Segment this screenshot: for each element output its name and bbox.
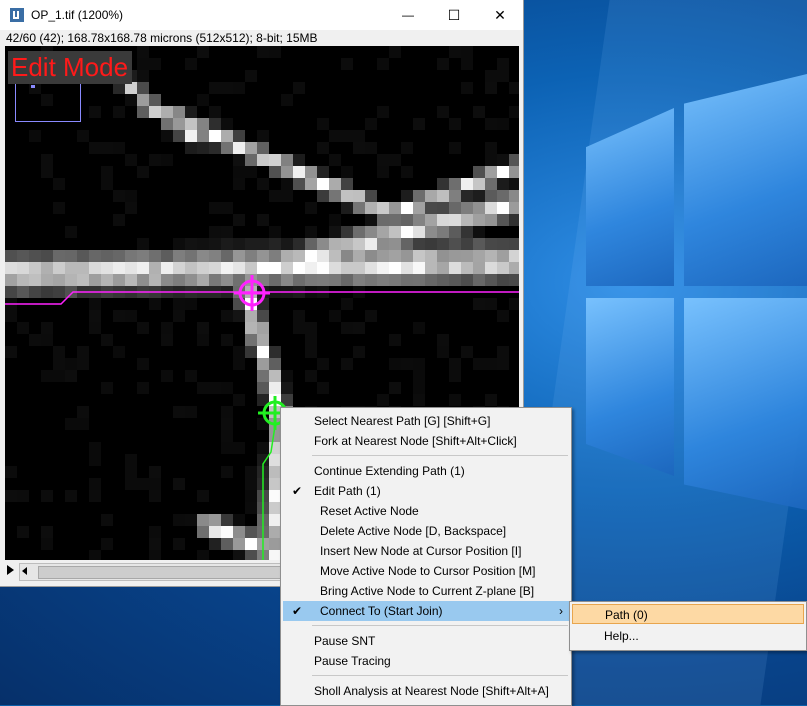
minimize-button[interactable]: — xyxy=(385,0,431,30)
menu-item-move-active-node[interactable]: Move Active Node to Cursor Position [M] xyxy=(283,561,569,581)
submenu-arrow-icon: › xyxy=(559,604,563,618)
image-info: 42/60 (42); 168.78x168.78 microns (512x5… xyxy=(6,31,318,45)
menu-item-pause-snt[interactable]: Pause SNT xyxy=(283,631,569,651)
context-menu: Select Nearest Path [G] [Shift+G] Fork a… xyxy=(280,407,572,706)
menu-item-label: Move Active Node to Cursor Position [M] xyxy=(320,564,536,578)
scrollbar-thumb[interactable] xyxy=(38,566,300,579)
menu-item-label: Insert New Node at Cursor Position [I] xyxy=(320,544,522,558)
menu-item-fork-at-nearest-node[interactable]: Fork at Nearest Node [Shift+Alt+Click] xyxy=(283,431,569,451)
connect-to-submenu: Path (0) Help... xyxy=(569,601,807,651)
navigator-marker xyxy=(31,85,35,88)
checkmark-icon: ✔ xyxy=(291,604,303,618)
menu-item-label: Delete Active Node [D, Backspace] xyxy=(320,524,507,538)
windows-logo-pane xyxy=(684,74,807,286)
menu-item-label: Connect To (Start Join) xyxy=(320,604,443,618)
close-icon: ✕ xyxy=(494,6,506,23)
menu-item-label: Fork at Nearest Node [Shift+Alt+Click] xyxy=(314,434,517,448)
scroll-left-icon[interactable] xyxy=(22,567,27,575)
window-title: OP_1.tif (1200%) xyxy=(31,8,124,22)
menu-separator xyxy=(312,455,568,456)
navigator-rectangle xyxy=(15,82,81,122)
maximize-icon: ☐ xyxy=(447,6,461,23)
close-button[interactable]: ✕ xyxy=(477,0,523,30)
menu-item-label: Select Nearest Path [G] [Shift+G] xyxy=(314,414,491,428)
imagej-icon xyxy=(10,8,24,22)
menu-item-label: Edit Path (1) xyxy=(314,484,381,498)
menu-item-continue-extending-path[interactable]: Continue Extending Path (1) xyxy=(283,461,569,481)
play-icon[interactable] xyxy=(7,565,14,575)
minimize-icon: — xyxy=(402,8,414,22)
menu-item-bring-active-node[interactable]: Bring Active Node to Current Z-plane [B] xyxy=(283,581,569,601)
menu-item-connect-to[interactable]: ✔ Connect To (Start Join) › xyxy=(283,601,569,621)
window-titlebar[interactable]: OP_1.tif (1200%) — ☐ ✕ xyxy=(0,0,523,30)
menu-separator xyxy=(312,675,568,676)
menu-item-label: Pause SNT xyxy=(314,634,376,648)
menu-item-label: Help... xyxy=(604,629,639,643)
maximize-button[interactable]: ☐ xyxy=(431,0,477,30)
menu-item-reset-active-node[interactable]: Reset Active Node xyxy=(283,501,569,521)
menu-item-sholl-analysis[interactable]: Sholl Analysis at Nearest Node [Shift+Al… xyxy=(283,681,569,701)
menu-item-label: Continue Extending Path (1) xyxy=(314,464,465,478)
windows-logo-pane xyxy=(684,298,807,510)
menu-item-delete-active-node[interactable]: Delete Active Node [D, Backspace] xyxy=(283,521,569,541)
menu-item-insert-new-node[interactable]: Insert New Node at Cursor Position [I] xyxy=(283,541,569,561)
menu-item-label: Reset Active Node xyxy=(320,504,419,518)
edit-mode-label: Edit Mode xyxy=(8,51,133,84)
submenu-item-path-0[interactable]: Path (0) xyxy=(572,604,804,624)
menu-item-edit-path[interactable]: ✔ Edit Path (1) xyxy=(283,481,569,501)
menu-item-label: Path (0) xyxy=(605,608,648,622)
checkmark-icon: ✔ xyxy=(291,484,303,498)
submenu-item-help[interactable]: Help... xyxy=(572,626,804,646)
menu-item-label: Pause Tracing xyxy=(314,654,391,668)
menu-separator xyxy=(312,625,568,626)
menu-item-select-nearest-path[interactable]: Select Nearest Path [G] [Shift+G] xyxy=(283,411,569,431)
menu-item-pause-tracing[interactable]: Pause Tracing xyxy=(283,651,569,671)
menu-item-label: Bring Active Node to Current Z-plane [B] xyxy=(320,584,535,598)
menu-item-label: Sholl Analysis at Nearest Node [Shift+Al… xyxy=(314,684,549,698)
